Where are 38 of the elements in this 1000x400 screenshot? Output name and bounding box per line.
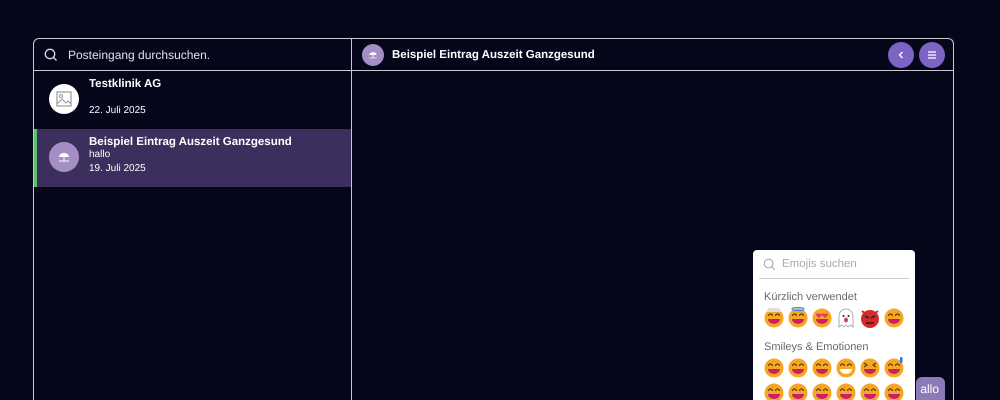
umbrella-avatar-icon [49,142,79,172]
conversation-title: Testklinik AG [89,78,162,90]
smiley-icon[interactable] [883,382,905,400]
conversation-date: 22. Juli 2025 [89,105,147,116]
message-preview: hallo [89,149,112,162]
conversation-item[interactable]: Beispiel Eintrag Auszeit Ganzgesund hallo 19. Juli 2025 [34,129,351,187]
emoji-section-title: Kürzlich verwendet [764,291,858,303]
conversation-date: 19. Juli 2025 [89,163,147,174]
menu-button[interactable] [919,42,945,68]
smiley-icon[interactable] [811,357,833,379]
back-button[interactable] [888,42,914,68]
smiley-icon[interactable] [787,382,809,400]
chevron-left-icon [896,50,906,60]
smiley-icon[interactable] [763,382,785,400]
conversation-title: Beispiel Eintrag Auszeit Ganzgesund [89,136,292,148]
smiley-icon[interactable] [835,382,857,400]
smiley-icon[interactable] [859,357,881,379]
conversation-item[interactable]: Testklinik AG 22. Juli 2025 [34,71,351,129]
smiley-icon[interactable] [883,357,905,379]
search-field[interactable]: Posteingang durchsuchen. [66,46,330,62]
search-icon [763,258,776,270]
smiley-icon[interactable] [859,382,881,400]
smiley-icon[interactable] [835,357,857,379]
chat-title: Beispiel Eintrag Auszeit Ganzgesund [392,48,595,60]
emoji-section-title: Smileys & Emotionen [764,341,870,353]
smiley-icon[interactable] [763,307,785,329]
menu-icon [927,50,937,60]
smiley-icon[interactable] [787,357,809,379]
message-bubble: allo [916,377,945,400]
smiley-icon[interactable] [883,307,905,329]
smiley-icon[interactable] [787,307,809,329]
smiley-icon[interactable] [763,357,785,379]
image-placeholder-icon [49,84,79,114]
smiley-icon[interactable] [811,307,833,329]
umbrella-avatar-icon [362,44,384,66]
smiley-icon[interactable] [811,382,833,400]
search-icon [44,48,58,62]
devil-icon[interactable] [859,307,881,329]
